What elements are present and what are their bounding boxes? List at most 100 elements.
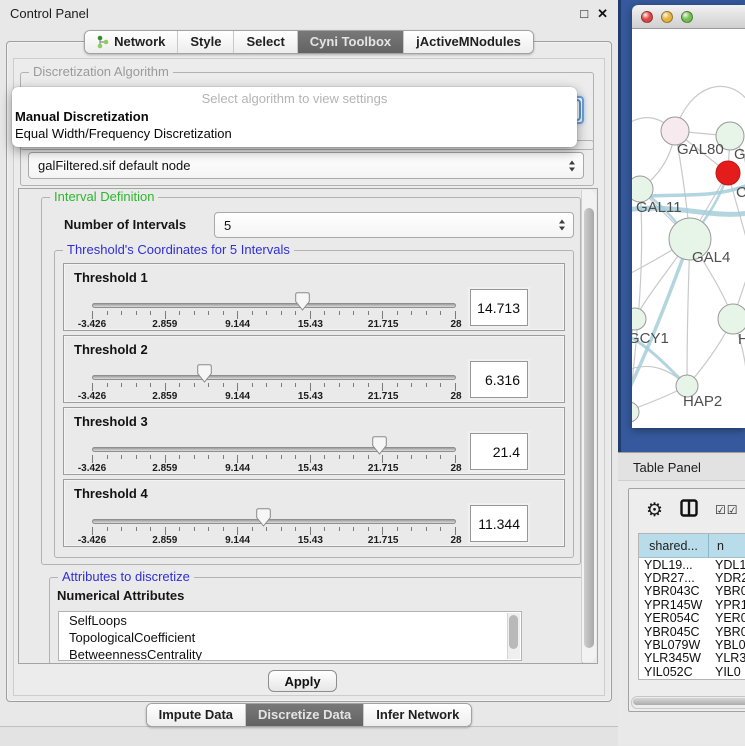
threshold-slider-track[interactable] — [92, 447, 456, 452]
tab-network[interactable]: Network — [85, 31, 177, 53]
table-row[interactable]: YIL052CYIL0 — [639, 665, 745, 678]
scale-label: -3.426 — [78, 535, 106, 546]
scale-label: 2.859 — [152, 535, 177, 546]
network-icon — [97, 35, 109, 49]
columns-icon[interactable] — [680, 499, 698, 522]
cell-name: YDR2 — [709, 571, 745, 584]
traffic-light-yellow-icon[interactable] — [661, 11, 673, 23]
threshold-slider-track[interactable] — [92, 519, 456, 524]
bottom-tab-group: Impute Data Discretize Data Infer Network — [146, 703, 473, 727]
cell-name: YIL0 — [709, 665, 741, 678]
network-window-titlebar[interactable] — [632, 5, 745, 29]
close-icon[interactable]: ✕ — [597, 7, 608, 20]
network-node[interactable] — [632, 402, 639, 422]
slider-thumb-icon[interactable] — [372, 436, 387, 455]
scrollbar-thumb[interactable] — [633, 698, 745, 705]
dropdown-option-manual-discretization[interactable]: Manual Discretization — [12, 108, 577, 125]
table-row[interactable]: YPR145WYPR1 — [639, 598, 745, 611]
table-data-combobox[interactable]: galFiltered.sif default node — [28, 152, 584, 179]
dropdown-option-equal-width-frequency-discretization[interactable]: Equal Width/Frequency Discretization — [12, 125, 577, 142]
network-canvas[interactable]: GAL80GACGAL11GAL4GCY1HAHAP2 — [632, 29, 745, 428]
tab-impute-data[interactable]: Impute Data — [147, 704, 245, 726]
num-intervals-label: Number of Intervals — [64, 217, 186, 232]
scale-label: 21.715 — [368, 535, 399, 546]
threshold-panel: Threshold 2 -3.4262.8599.14415.4321.7152… — [63, 335, 565, 403]
num-intervals-combobox[interactable]: 5 — [214, 212, 574, 238]
scale-label: 15.43 — [298, 463, 323, 474]
table-row[interactable]: YBR045CYBR0 — [639, 625, 745, 638]
right-side: GAL80GACGAL11GAL4GCY1HAHAP2 Table Panel … — [618, 0, 745, 745]
settings-vertical-scrollbar[interactable] — [581, 190, 596, 662]
threshold-coordinates-legend: Threshold's Coordinates for 5 Intervals — [63, 242, 294, 257]
threshold-value-field[interactable]: 11.344 — [470, 505, 528, 542]
network-node[interactable] — [718, 304, 745, 334]
apply-button[interactable]: Apply — [268, 670, 337, 692]
table-rows: YDL19...YDL1YDR27...YDR2YBR043CYBR0YPR14… — [639, 558, 745, 679]
tab-jactivemnodules[interactable]: jActiveMNodules — [403, 31, 533, 53]
traffic-light-green-icon[interactable] — [681, 11, 693, 23]
control-panel-titlebar: Control Panel □ ✕ — [0, 0, 618, 26]
tab-label: Discretize Data — [258, 707, 351, 722]
list-item[interactable]: BetweennessCentrality — [59, 646, 521, 661]
tab-label: Infer Network — [376, 707, 459, 722]
cell-shared-name: YBR045C — [639, 625, 709, 638]
table-panel-title: Table Panel — [618, 452, 745, 481]
slider-scale-labels: -3.4262.8599.14415.4321.71528 — [92, 463, 456, 474]
threshold-value-field[interactable]: 21.4 — [470, 433, 528, 470]
bottom-strip — [0, 726, 618, 746]
node-label: GCY1 — [632, 330, 669, 347]
slider-thumb-icon[interactable] — [295, 292, 310, 311]
table-row[interactable]: YLR345WYLR3 — [639, 652, 745, 665]
gear-icon[interactable]: ⚙ — [646, 501, 663, 520]
network-view-window[interactable]: GAL80GACGAL11GAL4GCY1HAHAP2 — [632, 5, 745, 428]
column-header-name[interactable]: n — [709, 534, 745, 558]
table-row[interactable]: YDR27...YDR2 — [639, 571, 745, 584]
tab-style[interactable]: Style — [177, 31, 233, 53]
list-item[interactable]: TopologicalCoefficient — [59, 629, 521, 646]
float-icon[interactable]: □ — [580, 7, 588, 20]
threshold-panel: Threshold 3 -3.4262.8599.14415.4321.7152… — [63, 407, 565, 475]
scale-label: 28 — [450, 463, 461, 474]
table-row[interactable]: YDL19...YDL1 — [639, 558, 745, 571]
table-panel: Table Panel ⚙ ☑☑ shared... n YDL19...YDL… — [618, 452, 745, 745]
threshold-value-field[interactable]: 6.316 — [470, 361, 528, 398]
tab-infer-network[interactable]: Infer Network — [363, 704, 471, 726]
slider-scale-labels: -3.4262.8599.14415.4321.71528 — [92, 391, 456, 402]
table-row[interactable]: YBL079WYBL0 — [639, 638, 745, 651]
attributes-list-scrollbar[interactable] — [507, 613, 520, 659]
traffic-light-red-icon[interactable] — [641, 11, 653, 23]
scale-label: 28 — [450, 319, 461, 330]
network-node[interactable] — [716, 161, 740, 185]
algorithm-dropdown-popup: Select algorithm to view settings Manual… — [12, 87, 577, 147]
node-attribute-table: shared... n YDL19...YDL1YDR27...YDR2YBR0… — [638, 533, 745, 680]
dropdown-placeholder: Select algorithm to view settings — [12, 90, 577, 108]
threshold-slider-track[interactable] — [92, 375, 456, 380]
table-horizontal-scrollbar[interactable] — [631, 696, 745, 709]
tab-label: Cyni Toolbox — [310, 34, 391, 49]
numerical-attributes-list[interactable]: SelfLoopsTopologicalCoefficientBetweenne… — [58, 611, 522, 661]
scrollbar-thumb[interactable] — [509, 615, 518, 649]
table-row[interactable]: YER054CYER0 — [639, 612, 745, 625]
table-data-value: galFiltered.sif default node — [38, 158, 190, 173]
checkboxes-icon[interactable]: ☑☑ — [715, 503, 739, 517]
tab-cyni-toolbox[interactable]: Cyni Toolbox — [297, 31, 403, 53]
column-header-shared-name[interactable]: shared... — [639, 534, 709, 558]
node-label: GA — [734, 146, 745, 163]
slider-thumb-icon[interactable] — [256, 508, 271, 527]
threshold-slider-track[interactable] — [92, 303, 456, 308]
cell-name: YPR1 — [709, 598, 745, 611]
scale-label: -3.426 — [78, 391, 106, 402]
list-item[interactable]: SelfLoops — [59, 612, 521, 629]
network-node[interactable] — [632, 308, 646, 330]
slider-thumb-icon[interactable] — [197, 364, 212, 383]
table-header: shared... n — [639, 534, 745, 558]
tab-select[interactable]: Select — [233, 31, 296, 53]
tab-discretize-data[interactable]: Discretize Data — [245, 704, 363, 726]
table-row[interactable]: YBR043CYBR0 — [639, 585, 745, 598]
scrollbar-thumb[interactable] — [584, 208, 594, 648]
threshold-value-field[interactable]: 14.713 — [470, 289, 528, 326]
threshold-label: Threshold 4 — [74, 486, 148, 501]
threshold-label: Threshold 1 — [74, 270, 148, 285]
top-tab-bar: NetworkStyleSelect Cyni Toolbox jActiveMNo… — [0, 30, 618, 54]
node-label: HAP2 — [683, 393, 722, 410]
